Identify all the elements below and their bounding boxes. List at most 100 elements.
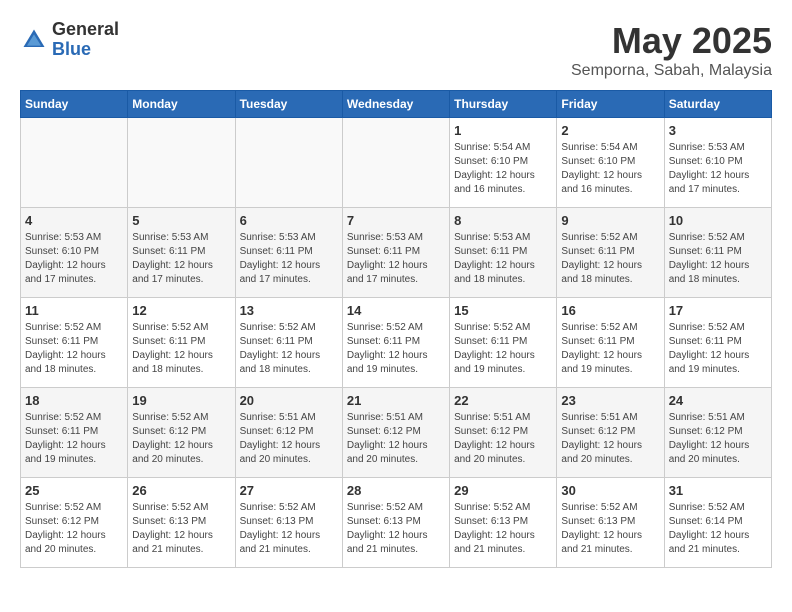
calendar-cell: 10 Sunrise: 5:52 AM Sunset: 6:11 PM Dayli…	[664, 208, 771, 298]
calendar-cell: 13 Sunrise: 5:52 AM Sunset: 6:11 PM Dayli…	[235, 298, 342, 388]
calendar-cell: 14Sunrise: 5:52 AM Sunset: 6:11 PM Dayli…	[342, 298, 449, 388]
day-info: Sunrise: 5:52 AM Sunset: 6:12 PM Dayligh…	[132, 411, 230, 467]
day-info: Sunrise: 5:51 AM Sunset: 6:12 PM Dayligh…	[561, 411, 659, 467]
calendar-cell: 30Sunrise: 5:52 AM Sunset: 6:13 PM Dayli…	[557, 478, 664, 568]
day-number: 2	[561, 123, 659, 138]
calendar-cell: 26 Sunrise: 5:52 AM Sunset: 6:13 PM Dayli…	[128, 478, 235, 568]
day-number: 29	[454, 483, 552, 498]
calendar-cell: 31 Sunrise: 5:52 AM Sunset: 6:14 PM Dayli…	[664, 478, 771, 568]
week-row-2: 4Sunrise: 5:53 AM Sunset: 6:10 PM Daylig…	[21, 208, 772, 298]
day-number: 16	[561, 303, 659, 318]
day-number: 30	[561, 483, 659, 498]
day-info: Sunrise: 5:52 AM Sunset: 6:11 PM Dayligh…	[561, 321, 659, 377]
day-number: 24	[669, 393, 767, 408]
logo-icon	[20, 26, 48, 54]
logo-blue-text: Blue	[52, 40, 119, 60]
week-row-4: 18Sunrise: 5:52 AM Sunset: 6:11 PM Dayli…	[21, 388, 772, 478]
calendar-cell: 2 Sunrise: 5:54 AM Sunset: 6:10 PM Daylig…	[557, 118, 664, 208]
day-info: Sunrise: 5:52 AM Sunset: 6:13 PM Dayligh…	[132, 501, 230, 557]
week-row-5: 25Sunrise: 5:52 AM Sunset: 6:12 PM Dayli…	[21, 478, 772, 568]
day-info: Sunrise: 5:52 AM Sunset: 6:11 PM Dayligh…	[561, 231, 659, 287]
calendar-cell: 23 Sunrise: 5:51 AM Sunset: 6:12 PM Dayli…	[557, 388, 664, 478]
header-thursday: Thursday	[450, 91, 557, 118]
day-number: 11	[25, 303, 123, 318]
calendar-cell: 11 Sunrise: 5:52 AM Sunset: 6:11 PM Dayli…	[21, 298, 128, 388]
calendar-cell: 6Sunrise: 5:53 AM Sunset: 6:11 PM Daylig…	[235, 208, 342, 298]
calendar-cell: 29 Sunrise: 5:52 AM Sunset: 6:13 PM Dayli…	[450, 478, 557, 568]
day-info: Sunrise: 5:52 AM Sunset: 6:13 PM Dayligh…	[347, 501, 445, 557]
day-number: 22	[454, 393, 552, 408]
day-info: Sunrise: 5:52 AM Sunset: 6:13 PM Dayligh…	[240, 501, 338, 557]
calendar-cell: 12 Sunrise: 5:52 AM Sunset: 6:11 PM Dayli…	[128, 298, 235, 388]
calendar-cell: 3 Sunrise: 5:53 AM Sunset: 6:10 PM Daylig…	[664, 118, 771, 208]
day-info: Sunrise: 5:54 AM Sunset: 6:10 PM Dayligh…	[561, 141, 659, 197]
day-info: Sunrise: 5:52 AM Sunset: 6:11 PM Dayligh…	[669, 321, 767, 377]
calendar-cell: 1Sunrise: 5:54 AM Sunset: 6:10 PM Daylig…	[450, 118, 557, 208]
header-friday: Friday	[557, 91, 664, 118]
calendar-cell	[21, 118, 128, 208]
day-number: 1	[454, 123, 552, 138]
day-info: Sunrise: 5:53 AM Sunset: 6:11 PM Dayligh…	[132, 231, 230, 287]
day-number: 13	[240, 303, 338, 318]
day-info: Sunrise: 5:52 AM Sunset: 6:11 PM Dayligh…	[347, 321, 445, 377]
calendar-cell: 28 Sunrise: 5:52 AM Sunset: 6:13 PM Dayli…	[342, 478, 449, 568]
calendar-cell: 5Sunrise: 5:53 AM Sunset: 6:11 PM Daylig…	[128, 208, 235, 298]
logo: General Blue	[20, 20, 119, 60]
calendar-cell: 7Sunrise: 5:53 AM Sunset: 6:11 PM Daylig…	[342, 208, 449, 298]
calendar-cell: 4Sunrise: 5:53 AM Sunset: 6:10 PM Daylig…	[21, 208, 128, 298]
day-number: 19	[132, 393, 230, 408]
title-block: May 2025 Semporna, Sabah, Malaysia	[571, 20, 772, 80]
day-number: 4	[25, 213, 123, 228]
header-saturday: Saturday	[664, 91, 771, 118]
day-info: Sunrise: 5:51 AM Sunset: 6:12 PM Dayligh…	[240, 411, 338, 467]
day-info: Sunrise: 5:53 AM Sunset: 6:11 PM Dayligh…	[454, 231, 552, 287]
day-number: 28	[347, 483, 445, 498]
day-number: 20	[240, 393, 338, 408]
day-number: 18	[25, 393, 123, 408]
day-info: Sunrise: 5:53 AM Sunset: 6:10 PM Dayligh…	[669, 141, 767, 197]
location: Semporna, Sabah, Malaysia	[571, 62, 772, 80]
header-row: SundayMondayTuesdayWednesdayThursdayFrid…	[21, 91, 772, 118]
day-number: 27	[240, 483, 338, 498]
page-header: General Blue May 2025 Semporna, Sabah, M…	[20, 20, 772, 80]
day-info: Sunrise: 5:52 AM Sunset: 6:11 PM Dayligh…	[454, 321, 552, 377]
day-info: Sunrise: 5:51 AM Sunset: 6:12 PM Dayligh…	[669, 411, 767, 467]
calendar-cell: 16 Sunrise: 5:52 AM Sunset: 6:11 PM Dayli…	[557, 298, 664, 388]
day-number: 3	[669, 123, 767, 138]
day-number: 15	[454, 303, 552, 318]
day-number: 9	[561, 213, 659, 228]
calendar-cell	[342, 118, 449, 208]
week-row-1: 1 Sunrise: 5:54 AM Sunset: 6:10 PM Daylig…	[21, 118, 772, 208]
logo-text: General Blue	[52, 20, 119, 60]
calendar-cell: 21Sunrise: 5:51 AM Sunset: 6:12 PM Dayli…	[342, 388, 449, 478]
day-number: 23	[561, 393, 659, 408]
calendar-cell: 17 Sunrise: 5:52 AM Sunset: 6:11 PM Dayli…	[664, 298, 771, 388]
calendar-cell: 9 Sunrise: 5:52 AM Sunset: 6:11 PM Daylig…	[557, 208, 664, 298]
header-tuesday: Tuesday	[235, 91, 342, 118]
day-info: Sunrise: 5:52 AM Sunset: 6:11 PM Dayligh…	[240, 321, 338, 377]
day-number: 17	[669, 303, 767, 318]
day-info: Sunrise: 5:52 AM Sunset: 6:11 PM Dayligh…	[25, 321, 123, 377]
day-number: 31	[669, 483, 767, 498]
calendar-cell: 25Sunrise: 5:52 AM Sunset: 6:12 PM Dayli…	[21, 478, 128, 568]
day-number: 8	[454, 213, 552, 228]
header-monday: Monday	[128, 91, 235, 118]
day-info: Sunrise: 5:51 AM Sunset: 6:12 PM Dayligh…	[347, 411, 445, 467]
day-number: 26	[132, 483, 230, 498]
day-info: Sunrise: 5:52 AM Sunset: 6:11 PM Dayligh…	[132, 321, 230, 377]
day-info: Sunrise: 5:52 AM Sunset: 6:14 PM Dayligh…	[669, 501, 767, 557]
calendar-body: 1 Sunrise: 5:54 AM Sunset: 6:10 PM Daylig…	[21, 118, 772, 568]
day-info: Sunrise: 5:52 AM Sunset: 6:12 PM Dayligh…	[25, 501, 123, 557]
calendar-cell: 19 Sunrise: 5:52 AM Sunset: 6:12 PM Dayli…	[128, 388, 235, 478]
calendar-header: SundayMondayTuesdayWednesdayThursdayFrid…	[21, 91, 772, 118]
day-info: Sunrise: 5:53 AM Sunset: 6:11 PM Dayligh…	[347, 231, 445, 287]
day-info: Sunrise: 5:52 AM Sunset: 6:13 PM Dayligh…	[454, 501, 552, 557]
week-row-3: 11 Sunrise: 5:52 AM Sunset: 6:11 PM Dayli…	[21, 298, 772, 388]
month-year: May 2025	[571, 20, 772, 62]
day-number: 12	[132, 303, 230, 318]
calendar-cell: 24 Sunrise: 5:51 AM Sunset: 6:12 PM Dayli…	[664, 388, 771, 478]
day-info: Sunrise: 5:52 AM Sunset: 6:11 PM Dayligh…	[669, 231, 767, 287]
calendar-cell: 8 Sunrise: 5:53 AM Sunset: 6:11 PM Daylig…	[450, 208, 557, 298]
calendar-table: SundayMondayTuesdayWednesdayThursdayFrid…	[20, 90, 772, 568]
day-number: 10	[669, 213, 767, 228]
